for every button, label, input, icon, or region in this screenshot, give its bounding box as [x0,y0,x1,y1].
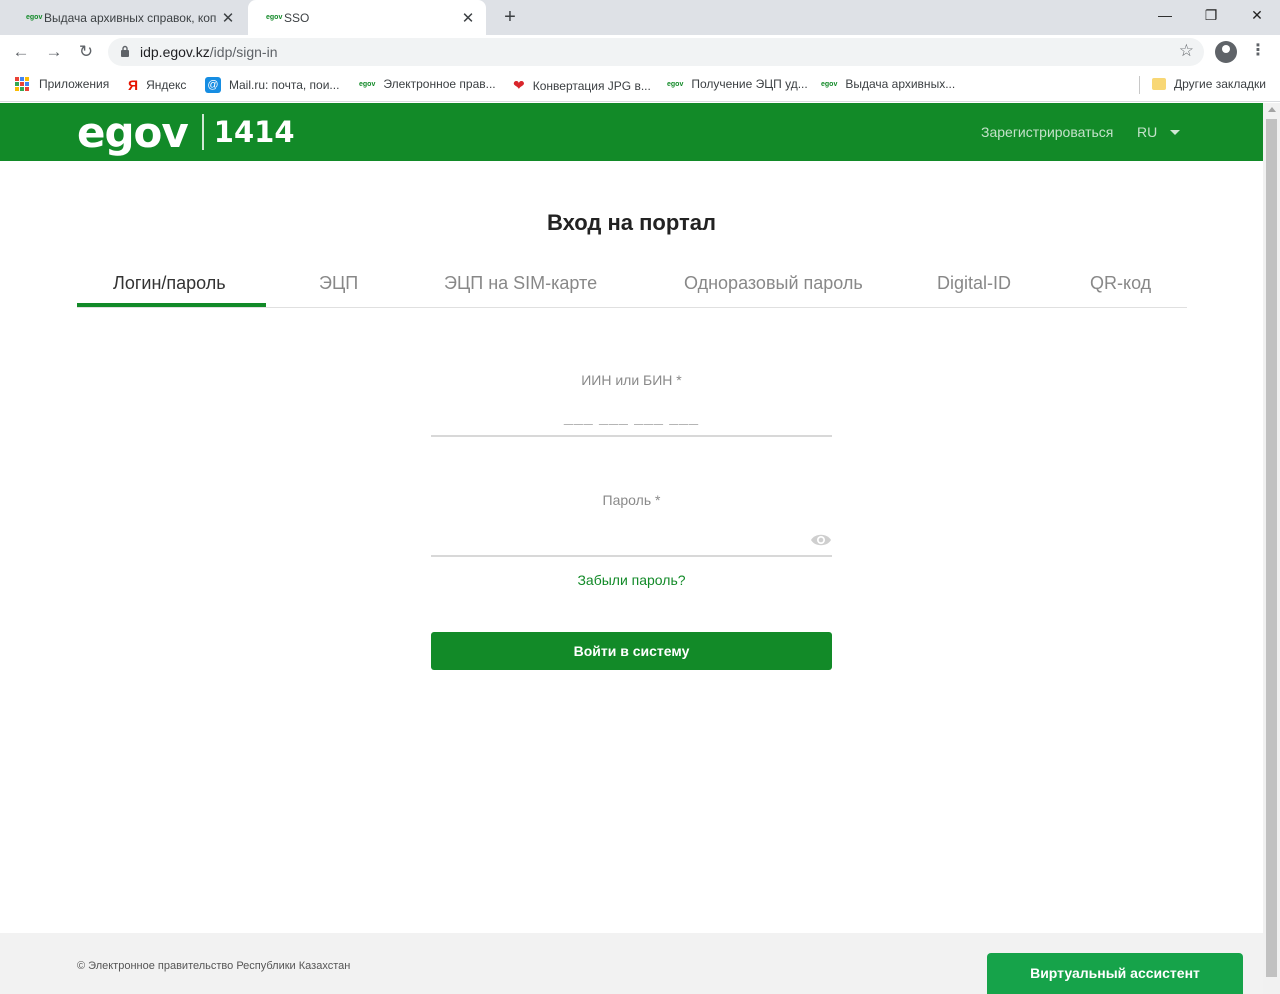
reload-button[interactable]: ↻ [75,41,97,63]
bookmark-other[interactable]: Другие закладки [1152,77,1266,91]
bookmark-jpg-convert[interactable]: ❤ Конвертация JPG в... [513,77,651,94]
language-selector[interactable]: RU [1137,124,1157,140]
bookmark-yandex[interactable]: Я Яндекс [128,77,186,93]
active-tab-indicator [77,303,266,307]
close-tab-icon[interactable]: ✕ [220,9,236,27]
bookmark-apps[interactable]: Приложения [15,77,109,91]
url-path: /idp/sign-in [209,44,278,60]
bookmark-label: Выдача архивных... [845,77,956,91]
lock-icon [120,45,140,60]
bookmark-egov-3[interactable]: egov Выдача архивных... [821,77,955,91]
logo-divider [201,114,204,150]
browser-menu-icon[interactable]: ⋮ [1250,40,1266,62]
mailru-icon: @ [205,77,221,93]
browser-tab-sso[interactable]: egov SSO ✕ [248,0,486,35]
new-tab-button[interactable]: + [500,6,520,28]
bookmark-star-icon[interactable]: ☆ [1179,41,1194,61]
tab-one-time-password[interactable]: Одноразовый пароль [684,273,863,294]
yandex-icon: Я [128,77,139,93]
bookmark-mailru[interactable]: @ Mail.ru: почта, пои... [205,77,339,93]
bookmark-label: Получение ЭЦП уд... [691,77,808,91]
restore-button[interactable]: ❐ [1198,4,1224,26]
back-button[interactable]: ← [10,41,32,63]
bookmark-egov-1[interactable]: egov Электронное прав... [359,77,496,91]
address-bar[interactable]: idp.egov.kz/idp/sign-in ☆ [108,38,1204,66]
egov-favicon-icon: egov [821,80,838,88]
copyright-text: © Электронное правительство Республики К… [77,960,351,972]
scrollbar-thumb[interactable] [1266,119,1277,977]
page-viewport: egov 1414 Зарегистрироваться RU Вход на … [0,103,1280,994]
virtual-assistant-button[interactable]: Виртуальный ассистент [987,953,1243,994]
tab-qr-code[interactable]: QR-код [1090,273,1151,294]
bookmark-label: Яндекс [146,78,187,92]
egov-favicon-icon: egov [667,80,684,88]
bookmark-label: Конвертация JPG в... [532,78,651,93]
tab-login-password[interactable]: Логин/пароль [113,273,226,294]
bookmark-label: Mail.ru: почта, пои... [229,78,340,92]
egov-logo[interactable]: egov 1414 [77,107,295,157]
egov-favicon-icon: egov [266,14,283,21]
tab-digital-id[interactable]: Digital-ID [937,273,1011,294]
password-label: Пароль * [602,492,661,508]
password-input[interactable] [431,521,832,557]
bookmark-egov-2[interactable]: egov Получение ЭЦП уд... [667,77,808,91]
browser-tab-archive[interactable]: egov Выдача архивных справок, коп ✕ [8,0,246,35]
logo-text: egov [77,107,189,157]
tab-ecp-sim[interactable]: ЭЦП на SIM-карте [444,273,597,294]
iin-label: ИИН или БИН * [581,372,682,388]
logo-number: 1414 [213,115,295,149]
bookmark-label: Приложения [39,77,110,91]
bookmarks-bar: Приложения Я Яндекс @ Mail.ru: почта, по… [0,69,1280,102]
scroll-up-icon[interactable] [1268,107,1276,112]
egov-favicon-icon: egov [26,14,43,21]
site-header: egov 1414 Зарегистрироваться RU [0,103,1263,161]
apps-grid-icon [15,77,29,91]
browser-tabstrip: egov Выдача архивных справок, коп ✕ egov… [0,0,1280,35]
site-footer: © Электронное правительство Республики К… [0,933,1263,994]
bookmark-label: Электронное прав... [383,77,496,91]
chevron-down-icon[interactable] [1170,130,1180,135]
browser-toolbar: ← → ↻ idp.egov.kz/idp/sign-in ☆ ⋮ [0,35,1280,69]
page-title: Вход на портал [546,210,716,235]
egov-favicon-icon: egov [359,80,376,88]
tab-title: SSO [284,10,310,25]
bookmarks-separator [1139,76,1140,94]
iin-input[interactable] [431,401,832,437]
forgot-password-link[interactable]: Забыли пароль? [431,572,832,588]
bookmark-label: Другие закладки [1174,77,1266,91]
login-method-tabs: Логин/пароль ЭЦП ЭЦП на SIM-карте Однора… [77,263,1187,308]
tab-ecp[interactable]: ЭЦП [319,273,358,294]
minimize-button[interactable]: — [1152,4,1178,26]
tab-title: Выдача архивных справок, коп [44,10,217,25]
url-host: idp.egov.kz [140,44,210,60]
forward-button[interactable]: → [43,41,65,63]
page-scrollbar[interactable] [1263,103,1280,994]
login-button[interactable]: Войти в систему [431,632,832,670]
close-tab-icon[interactable]: ✕ [460,9,476,27]
profile-avatar-icon[interactable] [1215,41,1237,63]
folder-icon [1152,78,1166,90]
eye-icon[interactable] [810,531,832,549]
register-link[interactable]: Зарегистрироваться [981,124,1113,140]
heart-icon: ❤ [513,77,525,93]
close-window-button[interactable]: ✕ [1244,4,1270,26]
